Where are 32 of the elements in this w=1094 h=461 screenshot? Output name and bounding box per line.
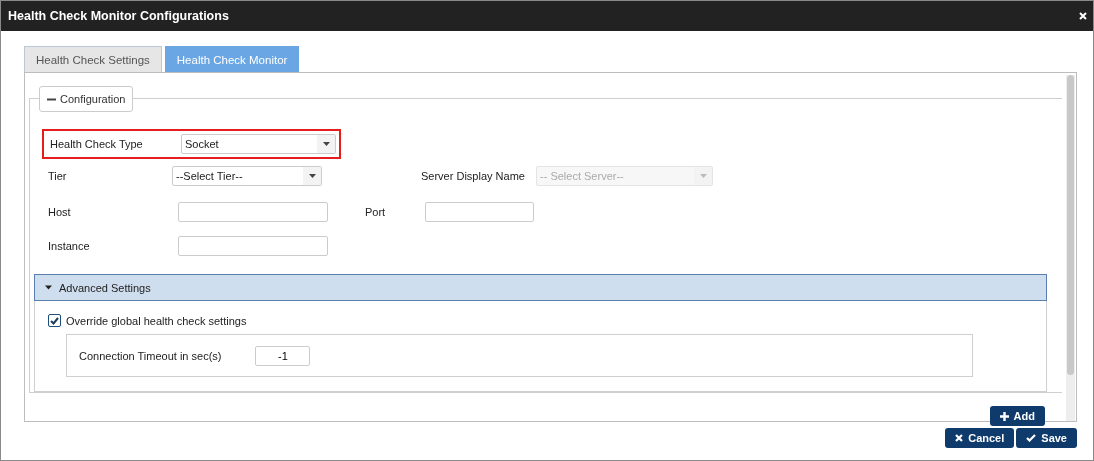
window-title: Health Check Monitor Configurations [8, 9, 229, 23]
caret-icon [322, 142, 330, 146]
save-button[interactable]: Save [1016, 428, 1077, 448]
tab[interactable]: Health Check Settings [24, 46, 162, 72]
input-field[interactable] [178, 202, 328, 222]
dropdown[interactable]: --Select Tier-- [172, 166, 322, 186]
field-label: Health Check Type [50, 138, 144, 150]
field-label: Port [365, 206, 387, 218]
scrollbar[interactable] [1066, 75, 1075, 421]
field-label: Server Display Name [421, 170, 526, 182]
input-field[interactable]: -1 [255, 345, 311, 366]
caret-down-icon [45, 284, 52, 291]
caret-icon [308, 174, 316, 178]
input-field[interactable] [178, 236, 328, 256]
add-button[interactable]: Add [989, 406, 1045, 426]
caret-icon [699, 174, 707, 178]
check-icon [50, 316, 59, 325]
checkbox[interactable] [48, 314, 61, 327]
plus-icon [999, 411, 1009, 421]
cancel-button[interactable]: Cancel [945, 428, 1015, 448]
advanced-header[interactable]: Advanced Settings [34, 274, 1047, 301]
check-icon [1026, 434, 1037, 442]
field-label: Connection Timeout in sec(s) [79, 349, 222, 362]
field-label: Tier [48, 170, 68, 182]
configuration-toggle[interactable]: Configuration [39, 86, 134, 112]
checkbox-label: Override global health check settings [66, 314, 247, 327]
field-label: Host [48, 206, 72, 218]
close-icon[interactable] [1079, 12, 1087, 20]
close-icon [955, 434, 964, 442]
field-label: Instance [48, 240, 91, 252]
input-field[interactable] [425, 202, 534, 222]
dropdown[interactable]: Socket [181, 134, 336, 154]
